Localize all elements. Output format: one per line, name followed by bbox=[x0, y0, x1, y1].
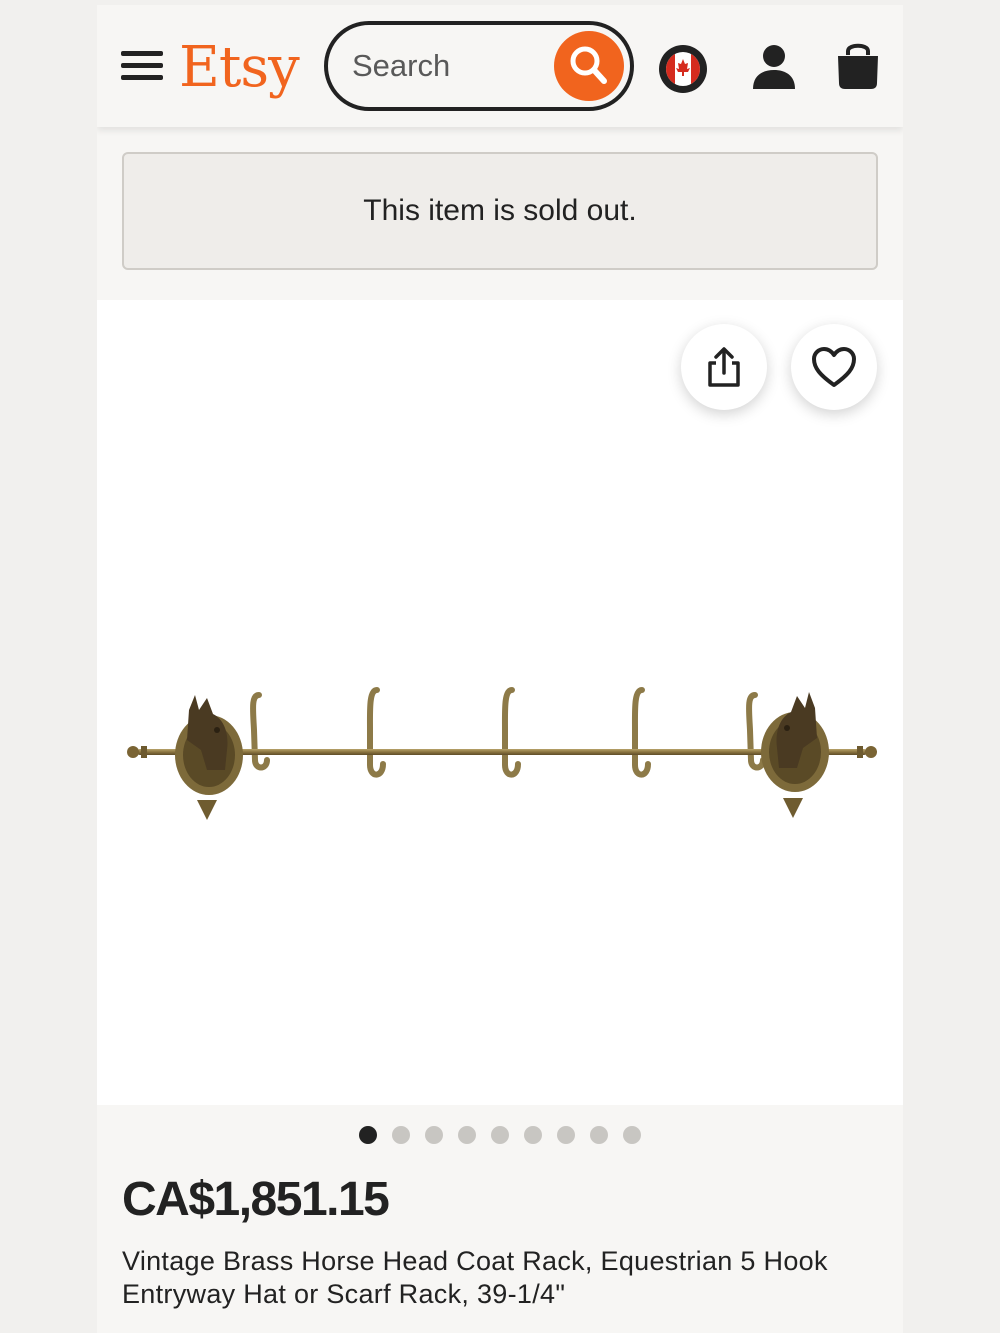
etsy-logo[interactable]: Etsy bbox=[179, 33, 300, 103]
listing-title: Vintage Brass Horse Head Coat Rack, Eque… bbox=[122, 1246, 828, 1309]
gallery-dot-4[interactable] bbox=[458, 1126, 476, 1144]
search-button[interactable] bbox=[554, 31, 624, 101]
header: Etsy bbox=[97, 5, 903, 127]
share-icon bbox=[708, 347, 740, 387]
product-image bbox=[127, 687, 877, 820]
cart-bag-icon[interactable] bbox=[833, 39, 883, 91]
gallery-dot-2[interactable] bbox=[392, 1126, 410, 1144]
sold-out-text: This item is sold out. bbox=[363, 194, 637, 227]
listing-price: CA$1,851.15 bbox=[122, 1173, 390, 1226]
sold-out-notice: This item is sold out. bbox=[122, 152, 878, 270]
search-input[interactable] bbox=[352, 41, 542, 91]
gallery-dot-3[interactable] bbox=[425, 1126, 443, 1144]
search-icon bbox=[570, 46, 607, 84]
search-bar bbox=[324, 21, 634, 111]
favorite-button[interactable] bbox=[791, 324, 877, 410]
heart-icon bbox=[812, 347, 856, 387]
gallery-dot-8[interactable] bbox=[590, 1126, 608, 1144]
product-image-gallery[interactable] bbox=[97, 300, 903, 1105]
gallery-dot-9[interactable] bbox=[623, 1126, 641, 1144]
account-icon[interactable] bbox=[749, 41, 799, 93]
canada-flag-icon[interactable] bbox=[659, 45, 707, 93]
share-button[interactable] bbox=[681, 324, 767, 410]
gallery-dot-1[interactable] bbox=[359, 1126, 377, 1144]
gallery-dot-7[interactable] bbox=[557, 1126, 575, 1144]
gallery-dot-6[interactable] bbox=[524, 1126, 542, 1144]
hamburger-menu-icon[interactable] bbox=[121, 51, 165, 83]
gallery-pagination bbox=[97, 1126, 903, 1146]
mobile-page: Etsy Search This item is sold out. CA$1,… bbox=[97, 5, 903, 1333]
gallery-dot-5[interactable] bbox=[491, 1126, 509, 1144]
